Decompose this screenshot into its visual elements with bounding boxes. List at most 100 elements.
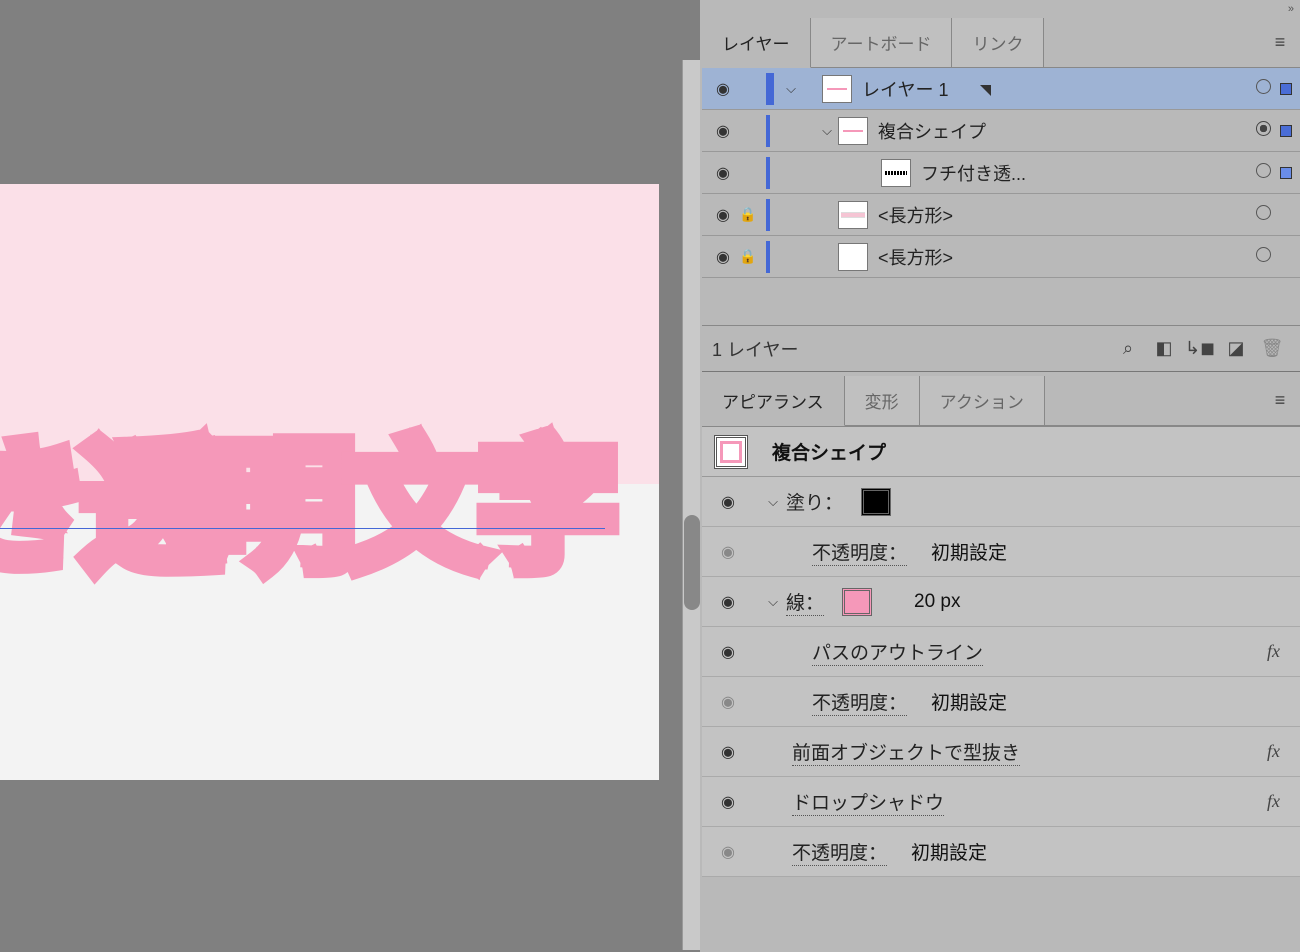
scrollbar-thumb[interactable] <box>684 515 700 610</box>
appearance-title: 複合シェイプ <box>772 438 886 465</box>
layer-row[interactable]: ◉ ⌵ レイヤー 1 <box>702 68 1300 110</box>
baseline-guide <box>0 528 605 529</box>
knockout-row[interactable]: ◉ 前面オブジェクトで型抜き fx <box>702 727 1300 777</box>
fx-icon[interactable]: fx <box>1267 791 1288 812</box>
chevron-down-icon[interactable]: ⌵ <box>816 123 838 139</box>
visibility-icon[interactable]: ◉ <box>710 247 736 267</box>
outlined-text[interactable]: き透明文字 <box>0 395 610 597</box>
outline-path-label[interactable]: パスのアウトライン <box>812 638 983 666</box>
object-opacity-row[interactable]: ◉ 不透明度： 初期設定 <box>702 827 1300 877</box>
layer-row[interactable]: ◉ ⌵ 複合シェイプ <box>702 110 1300 152</box>
visibility-icon[interactable]: ◉ <box>714 542 742 562</box>
outline-path-row[interactable]: ◉ パスのアウトライン fx <box>702 627 1300 677</box>
visibility-icon[interactable]: ◉ <box>710 205 736 225</box>
tab-layers[interactable]: レイヤー <box>702 18 811 68</box>
selection-bar <box>766 73 774 105</box>
target-icon[interactable] <box>1252 247 1274 267</box>
stroke-label[interactable]: 線： <box>786 588 824 616</box>
chevron-down-icon[interactable]: ⌵ <box>760 494 786 510</box>
appearance-header: 複合シェイプ <box>702 427 1300 477</box>
color-indicator[interactable] <box>1280 167 1292 179</box>
layer-row[interactable]: ◉ 🔒 <長方形> <box>702 194 1300 236</box>
layer-thumbnail <box>881 159 911 187</box>
panel-menu-icon[interactable]: ≡ <box>1260 376 1300 425</box>
drop-shadow-row[interactable]: ◉ ドロップシャドウ fx <box>702 777 1300 827</box>
tab-transform[interactable]: 変形 <box>845 376 920 425</box>
selection-bar <box>766 241 770 273</box>
layer-row[interactable]: ◉ 🔒 <長方形> <box>702 236 1300 278</box>
layer-row[interactable]: ◉ フチ付き透... <box>702 152 1300 194</box>
tab-links[interactable]: リンク <box>952 18 1044 67</box>
drop-shadow-label[interactable]: ドロップシャドウ <box>792 788 944 816</box>
visibility-icon[interactable]: ◉ <box>714 642 742 662</box>
stroke-value[interactable]: 20 px <box>914 591 960 613</box>
fill-label: 塗り： <box>786 488 843 515</box>
visibility-icon[interactable]: ◉ <box>714 592 742 612</box>
selected-layer-corner-icon <box>980 85 991 96</box>
opacity-value: 初期設定 <box>911 838 987 865</box>
fill-opacity-row[interactable]: ◉ 不透明度： 初期設定 <box>702 527 1300 577</box>
stroke-opacity-row[interactable]: ◉ 不透明度： 初期設定 <box>702 677 1300 727</box>
stroke-row[interactable]: ◉ ⌵ 線： 20 px <box>702 577 1300 627</box>
fill-swatch[interactable] <box>861 488 891 516</box>
selection-bar <box>766 115 770 147</box>
visibility-icon[interactable]: ◉ <box>710 163 736 183</box>
chevron-down-icon[interactable]: ⌵ <box>780 81 802 97</box>
lock-icon[interactable]: 🔒 <box>736 206 760 223</box>
opacity-value: 初期設定 <box>931 538 1007 565</box>
locate-object-icon[interactable]: ◧ <box>1146 338 1182 359</box>
visibility-icon[interactable]: ◉ <box>710 121 736 141</box>
layer-thumbnail <box>822 75 852 103</box>
layer-thumbnail <box>838 243 868 271</box>
stroke-swatch[interactable] <box>842 588 872 616</box>
target-icon[interactable] <box>1252 79 1274 99</box>
object-swatch <box>714 435 748 469</box>
visibility-icon[interactable]: ◉ <box>714 692 742 712</box>
tab-actions[interactable]: アクション <box>920 376 1045 425</box>
search-icon[interactable]: ⌕ <box>1110 338 1146 359</box>
tab-appearance[interactable]: アピアランス <box>702 376 845 426</box>
opacity-label[interactable]: 不透明度： <box>812 688 907 716</box>
visibility-icon[interactable]: ◉ <box>714 842 742 862</box>
fx-icon[interactable]: fx <box>1267 641 1288 662</box>
layer-thumbnail <box>838 117 868 145</box>
layer-name[interactable]: <長方形> <box>878 244 1252 270</box>
appearance-panel-tabs: アピアランス 変形 アクション ≡ <box>702 376 1300 426</box>
layer-name[interactable]: レイヤー 1 <box>862 76 1252 102</box>
chevron-down-icon[interactable]: ⌵ <box>760 594 786 610</box>
target-icon[interactable] <box>1252 163 1274 183</box>
appearance-panel: 複合シェイプ ◉ ⌵ 塗り： ◉ 不透明度： 初期設定 ◉ ⌵ 線： 20 px… <box>702 426 1300 877</box>
new-layer-icon[interactable]: ◪ <box>1218 338 1254 359</box>
layers-panel-tabs: レイヤー アートボード リンク ≡ <box>702 18 1300 68</box>
fx-icon[interactable]: fx <box>1267 741 1288 762</box>
layers-list: ◉ ⌵ レイヤー 1 ◉ ⌵ 複合シェイプ ◉ フチ <box>702 68 1300 326</box>
vertical-scrollbar[interactable] <box>682 60 700 950</box>
color-indicator[interactable] <box>1280 83 1292 95</box>
visibility-icon[interactable]: ◉ <box>714 742 742 762</box>
visibility-icon[interactable]: ◉ <box>710 79 736 99</box>
knockout-label[interactable]: 前面オブジェクトで型抜き <box>792 738 1020 766</box>
make-clipping-icon[interactable]: ↳◼ <box>1182 338 1218 359</box>
layer-name[interactable]: <長方形> <box>878 202 1252 228</box>
trash-icon[interactable]: 🗑 <box>1254 338 1290 359</box>
layer-count: 1 レイヤー <box>712 336 798 362</box>
layers-footer: 1 レイヤー ⌕ ◧ ↳◼ ◪ 🗑 <box>702 326 1300 372</box>
opacity-value: 初期設定 <box>931 688 1007 715</box>
visibility-icon[interactable]: ◉ <box>714 792 742 812</box>
layer-name[interactable]: 複合シェイプ <box>878 118 1252 144</box>
opacity-label[interactable]: 不透明度： <box>812 538 907 566</box>
canvas[interactable]: き透明文字 <box>0 0 700 952</box>
selection-bar <box>766 199 770 231</box>
color-indicator[interactable] <box>1280 125 1292 137</box>
target-icon[interactable] <box>1252 121 1274 141</box>
lock-icon[interactable]: 🔒 <box>736 248 760 265</box>
visibility-icon[interactable]: ◉ <box>714 492 742 512</box>
fill-row[interactable]: ◉ ⌵ 塗り： <box>702 477 1300 527</box>
layers-empty-area[interactable] <box>702 278 1300 326</box>
opacity-label[interactable]: 不透明度： <box>792 838 887 866</box>
layer-name[interactable]: フチ付き透... <box>921 160 1252 186</box>
collapse-icon[interactable]: » <box>702 0 1300 18</box>
target-icon[interactable] <box>1252 205 1274 225</box>
panel-menu-icon[interactable]: ≡ <box>1260 18 1300 67</box>
tab-artboards[interactable]: アートボード <box>811 18 953 67</box>
